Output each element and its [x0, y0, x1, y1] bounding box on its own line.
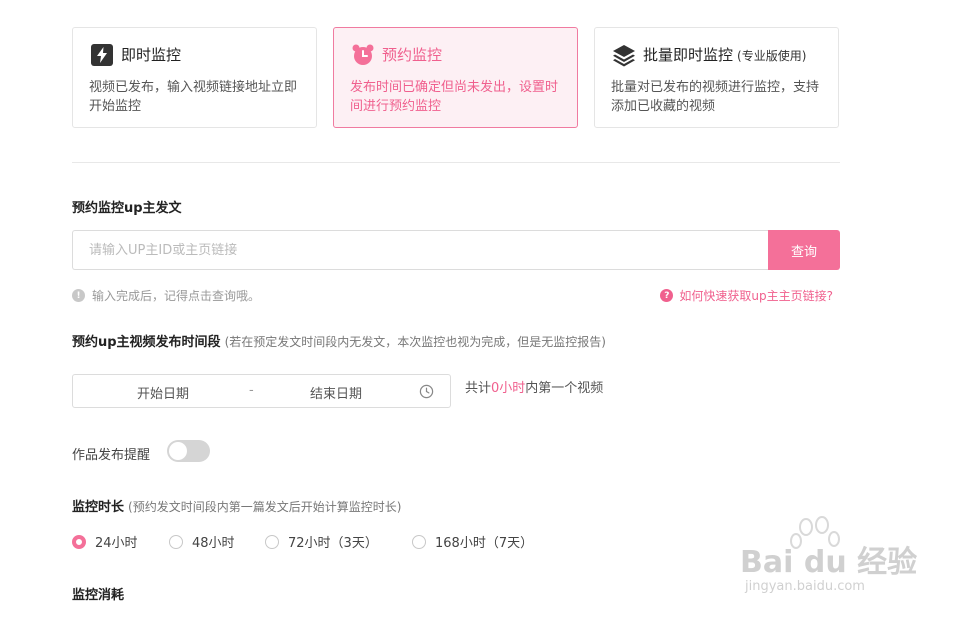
up-section-label: 预约监控up主发文 — [72, 201, 182, 216]
help-link-text: 如何快速获取up主主页链接? — [679, 289, 833, 303]
up-search-input[interactable] — [72, 230, 768, 270]
card-batch-monitor[interactable]: 批量即时监控 (专业版使用) 批量对已发布的视频进行监控，支持添加已收藏的视频 — [594, 27, 839, 128]
radio-label: 168小时（7天） — [435, 536, 534, 551]
alarm-clock-icon — [352, 44, 374, 65]
duration-label: 监控时长 (预约发文时间段内第一篇发文后开始计算监控时长) — [72, 496, 401, 515]
duration-option-48h[interactable]: 48小时 — [169, 532, 235, 551]
card-title: 预约监控 — [382, 46, 443, 64]
radio-label: 72小时（3天） — [288, 536, 378, 551]
layers-icon — [613, 45, 635, 67]
lightning-icon — [91, 44, 113, 66]
card-title: 即时监控 — [121, 46, 182, 64]
help-link[interactable]: ? 如何快速获取up主主页链接? — [660, 287, 833, 304]
question-icon: ? — [660, 289, 674, 302]
card-desc: 批量对已发布的视频进行监控，支持添加已收藏的视频 — [611, 80, 820, 114]
hint-text: 输入完成后，记得点击查询哦。 — [92, 289, 261, 303]
watermark-brand: Bai du 经验 — [740, 545, 918, 580]
card-desc: 发布时间已确定但尚未发出，设置时间进行预约监控 — [350, 80, 559, 114]
reminder-toggle[interactable] — [167, 440, 210, 462]
card-title: 批量即时监控 (专业版使用) — [643, 44, 806, 65]
radio-circle — [72, 534, 86, 549]
end-date[interactable]: 结束日期 — [310, 383, 362, 402]
duration-option-24h[interactable]: 24小时 — [72, 532, 138, 551]
toggle-knob — [169, 442, 187, 460]
period-label-text: 预约up主视频发布时间段 — [72, 335, 221, 350]
total-duration: 共计0小时内第一个视频 — [465, 377, 603, 396]
watermark-url: jingyan.baidu.com — [745, 579, 865, 594]
duration-option-72h[interactable]: 72小时（3天） — [265, 532, 378, 551]
date-separator: - — [249, 383, 254, 398]
radio-circle — [412, 534, 426, 549]
input-hint: ! 输入完成后，记得点击查询哦。 — [72, 287, 260, 304]
radio-circle — [265, 534, 279, 549]
baidu-watermark: Bai du 经验 jingyan.baidu.com — [740, 515, 920, 605]
duration-option-168h[interactable]: 168小时（7天） — [412, 532, 533, 551]
total-value: 0小时 — [491, 381, 526, 396]
radio-circle — [169, 534, 183, 549]
duration-note: (预约发文时间段内第一篇发文后开始计算监控时长) — [128, 500, 402, 514]
card-badge: (专业版使用) — [737, 49, 807, 63]
info-icon: ! — [72, 289, 85, 302]
clock-icon — [419, 384, 434, 399]
period-label: 预约up主视频发布时间段 (若在预定发文时间段内无发文，本次监控也视为完成，但是无… — [72, 331, 606, 350]
radio-label: 48小时 — [192, 536, 235, 551]
card-instant-monitor[interactable]: 即时监控 视频已发布，输入视频链接地址立即开始监控 — [72, 27, 317, 128]
reminder-label: 作品发布提醒 — [72, 448, 151, 463]
divider — [72, 162, 840, 163]
start-date[interactable]: 开始日期 — [137, 383, 189, 402]
duration-label-text: 监控时长 — [72, 500, 125, 515]
radio-label: 24小时 — [95, 536, 138, 551]
period-note: (若在预定发文时间段内无发文，本次监控也视为完成，但是无监控报告) — [224, 335, 606, 349]
date-range-picker[interactable]: 开始日期 - 结束日期 — [72, 374, 451, 408]
search-button[interactable]: 查询 — [768, 230, 840, 270]
card-desc: 视频已发布，输入视频链接地址立即开始监控 — [89, 80, 298, 114]
total-prefix: 共计 — [465, 381, 492, 396]
card-title-text: 批量即时监控 — [643, 46, 734, 64]
card-scheduled-monitor[interactable]: 预约监控 发布时间已确定但尚未发出，设置时间进行预约监控 — [333, 27, 578, 128]
total-suffix: 内第一个视频 — [525, 381, 604, 396]
cost-label: 监控消耗 — [72, 588, 125, 603]
